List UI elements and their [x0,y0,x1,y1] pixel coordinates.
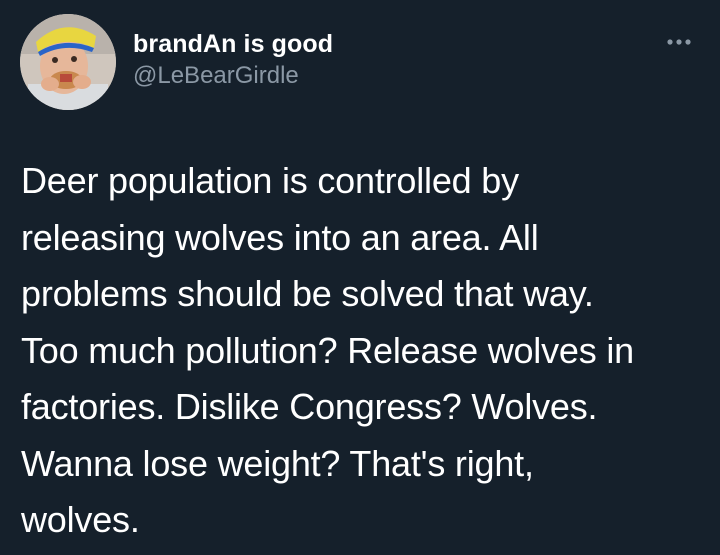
more-dots-icon [667,39,691,45]
tweet-text-line: Wanna lose weight? That's right, [21,442,534,484]
tweet-text: Deer population is controlled by releasi… [21,153,711,549]
display-name[interactable]: brandAn is good [133,29,333,59]
user-info: brandAn is good @LeBearGirdle [133,29,333,91]
tweet-card: brandAn is good @LeBearGirdle Deer popul… [0,0,720,555]
avatar[interactable] [20,14,116,110]
username-handle[interactable]: @LeBearGirdle [133,61,333,91]
tweet-text-line: wolves. [21,499,140,540]
tweet-text-line: problems should be solved that way. [21,273,594,314]
tweet-text-line: releasing wolves into an area. All [21,216,539,258]
tweet-text-line: Too much pollution? Release wolves in [21,329,634,371]
tweet-text-line: Deer population is controlled by [21,160,519,201]
tweet-text-line: factories. Dislike Congress? Wolves. [21,386,598,427]
user-avatar-icon [20,14,116,110]
more-options-button[interactable] [659,30,699,54]
